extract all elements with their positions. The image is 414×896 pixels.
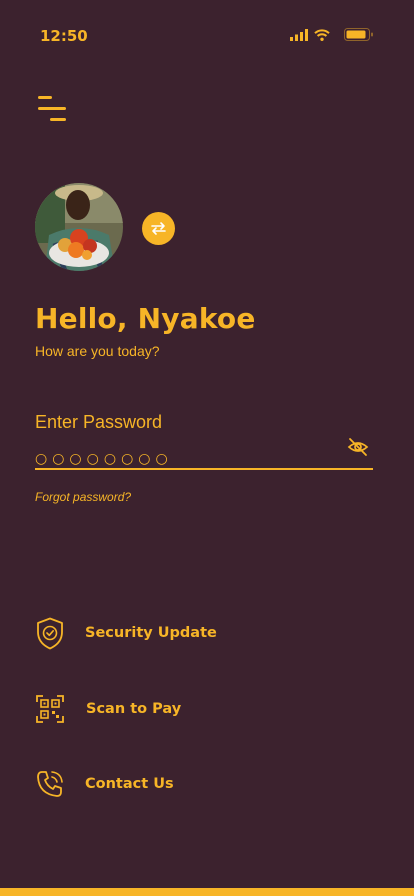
menu-item-label: Security Update	[85, 625, 217, 641]
switch-account-button[interactable]	[142, 212, 175, 245]
status-time: 12:50	[40, 27, 88, 45]
swap-arrows-icon	[151, 222, 166, 235]
battery-icon	[344, 28, 373, 41]
qr-scan-icon	[35, 692, 65, 726]
menu-item-label: Contact Us	[85, 776, 174, 792]
wifi-icon	[314, 28, 330, 41]
phone-call-icon	[35, 767, 65, 801]
avatar-photo	[35, 183, 123, 271]
menu-item-contact-us[interactable]: Contact Us	[35, 766, 335, 802]
password-label: Enter Password	[35, 412, 163, 432]
password-masked-value: ○○○○○○○○	[35, 451, 173, 467]
password-input[interactable]: ○○○○○○○○	[35, 432, 373, 470]
status-bar: 12:50	[0, 0, 414, 72]
greeting-title: Hello, Nyakoe	[35, 302, 256, 335]
menu-item-scan-to-pay[interactable]: Scan to Pay	[35, 691, 335, 727]
forgot-password-link[interactable]: Forgot password?	[35, 490, 131, 504]
bottom-accent-bar	[0, 888, 414, 896]
shield-check-icon	[35, 616, 65, 650]
eye-off-icon[interactable]	[347, 436, 369, 458]
signal-icon	[290, 28, 308, 41]
menu-item-security-update[interactable]: Security Update	[35, 615, 335, 651]
menu-item-label: Scan to Pay	[86, 701, 182, 717]
menu-icon[interactable]	[38, 96, 68, 122]
status-icons	[290, 28, 374, 41]
avatar[interactable]	[35, 183, 123, 271]
greeting-subtitle: How are you today?	[35, 343, 160, 359]
